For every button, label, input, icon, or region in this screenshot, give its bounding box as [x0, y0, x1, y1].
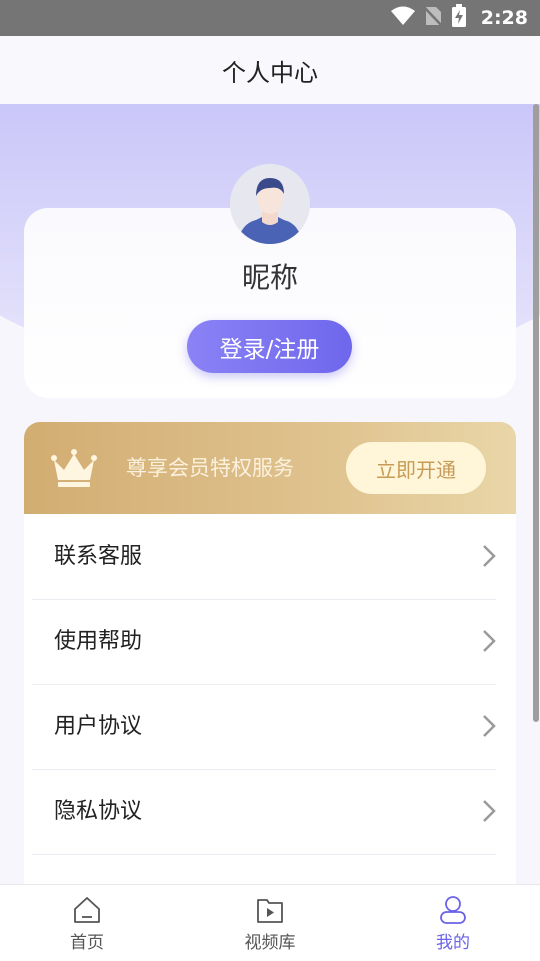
nav-tab-label: 我的 — [436, 933, 470, 953]
avatar[interactable] — [230, 164, 310, 244]
menu-item-contact-support[interactable]: 联系客服 — [32, 514, 496, 600]
menu-item-label: 使用帮助 — [54, 629, 143, 654]
menu-item-label: 联系客服 — [54, 544, 143, 569]
profile-icon — [438, 895, 468, 929]
settings-menu: 联系客服 使用帮助 用户协议 隐私协议 — [24, 514, 516, 894]
nav-tab-profile[interactable]: 我的 — [393, 885, 513, 961]
vip-banner[interactable]: 尊享会员特权服务 立即开通 — [24, 422, 516, 514]
status-time: 2:28 — [480, 7, 528, 29]
wifi-icon — [390, 6, 415, 30]
login-register-button[interactable]: 登录/注册 — [187, 320, 352, 373]
page-title: 个人中心 — [222, 58, 318, 87]
menu-item-label: 用户协议 — [54, 714, 143, 739]
menu-item-privacy-policy[interactable]: 隐私协议 — [32, 769, 496, 855]
battery-charging-icon — [451, 4, 467, 32]
nav-tab-video-library[interactable]: 视频库 — [210, 885, 330, 961]
no-sim-icon — [422, 5, 443, 31]
page-header: 个人中心 — [0, 36, 540, 105]
vip-promo-text: 尊享会员特权服务 — [126, 456, 294, 480]
scrollbar[interactable] — [533, 104, 539, 722]
nav-tab-home[interactable]: 首页 — [27, 885, 147, 961]
video-library-icon — [255, 895, 285, 929]
bottom-navigation: 首页 视频库 我的 — [0, 884, 540, 961]
chevron-right-icon — [482, 799, 496, 827]
activate-vip-button[interactable]: 立即开通 — [346, 442, 486, 494]
home-icon — [72, 895, 102, 929]
menu-item-user-agreement[interactable]: 用户协议 — [32, 684, 496, 770]
nav-tab-label: 视频库 — [244, 933, 296, 953]
status-bar: 2:28 — [0, 0, 540, 36]
nav-tab-label: 首页 — [70, 933, 104, 953]
chevron-right-icon — [482, 544, 496, 572]
chevron-right-icon — [482, 714, 496, 742]
menu-item-help[interactable]: 使用帮助 — [32, 599, 496, 685]
user-avatar-icon — [230, 164, 310, 244]
chevron-right-icon — [482, 629, 496, 657]
nickname: 昵称 — [241, 261, 298, 294]
status-icons: 2:28 — [390, 0, 528, 36]
menu-item-label: 隐私协议 — [54, 799, 143, 824]
crown-icon — [50, 448, 98, 492]
